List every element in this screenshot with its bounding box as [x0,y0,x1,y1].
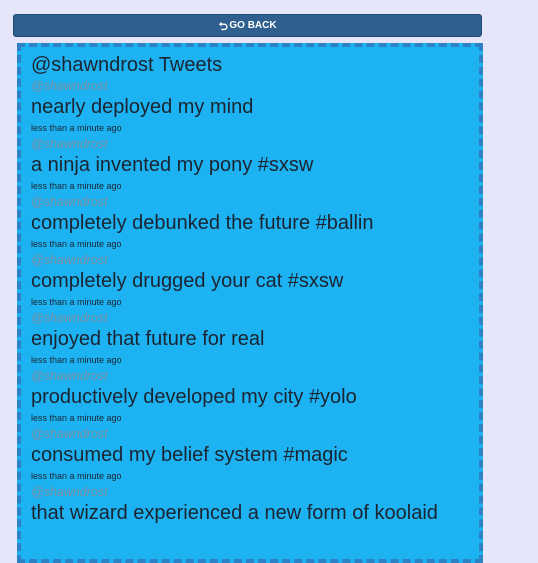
tweet-item: @shawndrost that wizard experienced a ne… [31,484,479,542]
tweet-item: @shawndrost consumed my belief system #m… [31,426,479,484]
tweet-item: @shawndrost a ninja invented my pony #sx… [31,136,479,194]
tweet-handle-link[interactable]: @shawndrost [31,252,479,268]
tweet-handle-link[interactable]: @shawndrost [31,78,479,94]
tweet-timestamp: less than a minute ago [31,355,122,365]
tweet-handle-link[interactable]: @shawndrost [31,426,479,442]
tweet-timestamp: less than a minute ago [31,471,122,481]
tweet-timestamp [31,526,479,542]
undo-icon [218,21,228,31]
tweet-handle-link[interactable]: @shawndrost [31,194,479,210]
tweet-handle-link[interactable]: @shawndrost [31,484,479,500]
tweet-timestamp: less than a minute ago [31,123,122,133]
tweet-item: @shawndrost productively developed my ci… [31,368,479,426]
tweet-text: completely drugged your cat #sxsw [31,270,344,292]
tweet-text: enjoyed that future for real [31,328,265,350]
tweet-timestamp: less than a minute ago [31,239,122,249]
tweet-item: @shawndrost nearly deployed my mind less… [31,78,479,136]
tweet-timestamp: less than a minute ago [31,181,122,191]
tweet-text: consumed my belief system #magic [31,444,348,466]
feed-title: @shawndrost Tweets [31,54,223,76]
tweet-handle-link[interactable]: @shawndrost [31,136,479,152]
tweet-handle-link[interactable]: @shawndrost [31,310,479,326]
tweet-timestamp: less than a minute ago [31,413,122,423]
tweet-text: completely debunked the future #ballin [31,212,374,234]
tweet-handle-link[interactable]: @shawndrost [31,368,479,384]
go-back-label: GO BACK [229,20,277,31]
tweet-item: @shawndrost completely debunked the futu… [31,194,479,252]
tweet-text: productively developed my city #yolo [31,386,357,408]
tweet-item: @shawndrost completely drugged your cat … [31,252,479,310]
tweet-timestamp: less than a minute ago [31,297,122,307]
tweet-feed: @shawndrost Tweets @shawndrost nearly de… [17,43,483,563]
tweet-text: that wizard experienced a new form of ko… [31,502,438,524]
tweet-text: a ninja invented my pony #sxsw [31,154,314,176]
tweet-text: nearly deployed my mind [31,96,254,118]
go-back-button[interactable]: GO BACK [13,14,482,37]
tweet-item: @shawndrost enjoyed that future for real… [31,310,479,368]
